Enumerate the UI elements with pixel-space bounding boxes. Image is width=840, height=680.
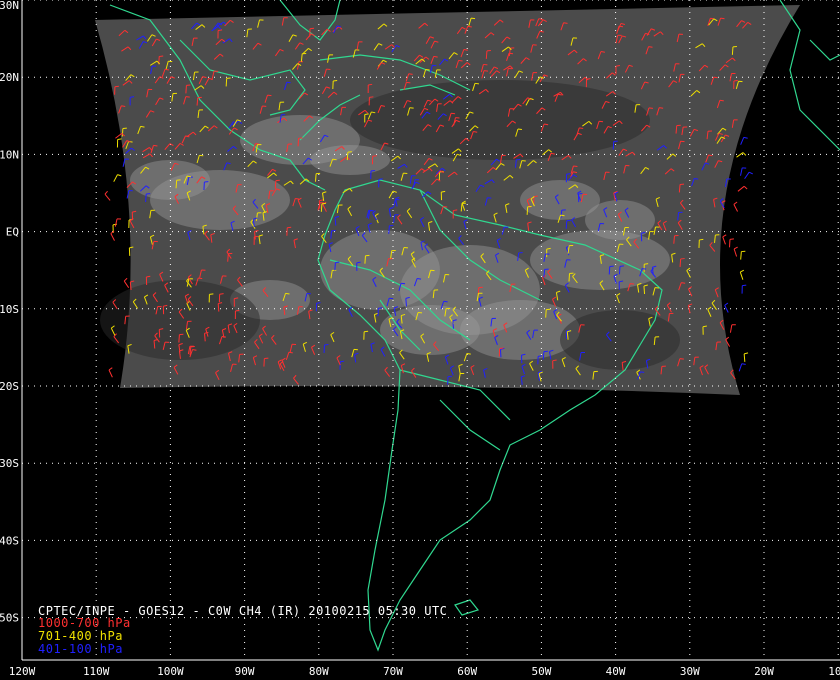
lon-tick-label: 30W — [680, 665, 700, 678]
coastline — [439, 399, 501, 451]
cloud-blob — [310, 145, 390, 175]
lat-tick-label: 20S — [0, 380, 19, 393]
lon-tick-label: 100W — [157, 665, 184, 678]
satellite-wind-map: 120W 110W 100W 90W 80W 70W 60W 50W 40W 30W 20W 10W 3… — [0, 0, 840, 680]
wind-barb-icon — [724, 302, 729, 313]
wind-barb-icon — [722, 234, 727, 245]
wind-barb-icon — [108, 367, 113, 378]
wind-barb-icon — [104, 190, 111, 201]
lon-tick-label: 50W — [531, 665, 551, 678]
lon-tick-label: 10W — [828, 665, 840, 678]
lon-tick-label: 40W — [606, 665, 626, 678]
wind-barb-icon — [738, 363, 746, 372]
lat-tick-label: 50S — [0, 612, 19, 625]
lat-tick-label: 30N — [0, 0, 19, 12]
wind-barb-icon — [729, 324, 736, 333]
lon-tick-label: 70W — [383, 665, 403, 678]
lat-tick-label: 10S — [0, 303, 19, 316]
coastline — [809, 39, 840, 61]
lat-tick-label: 40S — [0, 534, 19, 547]
wind-barb-icon — [729, 238, 734, 248]
wind-barb-icon — [740, 250, 746, 260]
lon-tick-label: 60W — [457, 665, 477, 678]
lon-tick-label: 110W — [83, 665, 110, 678]
wind-barb-icon — [739, 269, 745, 280]
coastline — [454, 599, 480, 616]
wind-barb-icon — [743, 352, 749, 362]
wind-barb-icon — [736, 152, 747, 158]
lat-tick-label: 10N — [0, 148, 19, 161]
wind-barb-icon — [741, 284, 747, 294]
wind-barb-icon — [740, 136, 748, 145]
wind-barb-icon — [740, 167, 747, 176]
lon-tick-label: 20W — [754, 665, 774, 678]
map-canvas: 120W 110W 100W 90W 80W 70W 60W 50W 40W 30W 20W 10W 3… — [0, 0, 840, 678]
wind-barb-icon — [737, 185, 748, 192]
legend-high-level: 401-100 hPa — [38, 642, 123, 656]
lat-tick-label: 30S — [0, 457, 19, 470]
cloud-blob — [585, 200, 655, 240]
wind-barb-icon — [113, 174, 122, 182]
clear-area — [350, 80, 650, 160]
ir-imagery-swath — [95, 5, 800, 395]
wind-barb-icon — [733, 201, 739, 212]
lon-tick-label: 80W — [309, 665, 329, 678]
lat-tick-label: 20N — [0, 71, 19, 84]
wind-barb-icon — [744, 171, 753, 180]
wind-barb-icon — [733, 246, 738, 257]
lat-tick-label: EQ — [6, 226, 19, 239]
lon-tick-label: 90W — [235, 665, 255, 678]
wind-barb-icon — [123, 277, 130, 288]
wind-barb-icon — [110, 230, 115, 241]
wind-barb-icon — [116, 138, 122, 148]
clear-area — [560, 310, 680, 370]
wind-barb-icon — [114, 218, 122, 227]
clear-area — [100, 280, 260, 360]
lon-tick-label: 120W — [9, 665, 36, 678]
